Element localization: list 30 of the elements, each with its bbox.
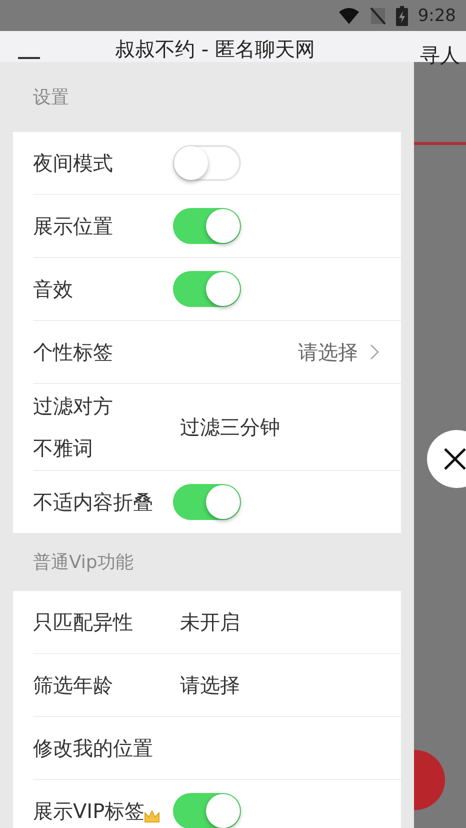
toggle-switch[interactable] bbox=[173, 208, 241, 244]
accent-line bbox=[414, 142, 466, 145]
toggle-switch[interactable] bbox=[173, 145, 241, 181]
setting-value[interactable]: 过滤三分钟 bbox=[180, 414, 280, 440]
section-heading: 普通Vip功能 bbox=[32, 551, 134, 575]
search-people-link[interactable]: 寻人 bbox=[420, 45, 460, 65]
setting-label: 展示VIP标签 bbox=[33, 798, 145, 824]
clock-time: 9:28 bbox=[418, 6, 456, 26]
setting-label: 音效 bbox=[33, 276, 73, 302]
section-heading: 设置 bbox=[32, 86, 70, 110]
toggle-switch[interactable] bbox=[173, 271, 241, 307]
setting-label: 夜间模式 bbox=[33, 150, 113, 176]
page-title: 叔叔不约 - 匿名聊天网 bbox=[115, 39, 315, 59]
setting-value[interactable]: 未开启 bbox=[180, 608, 240, 636]
setting-label: 只匹配异性 bbox=[33, 608, 133, 636]
select-value[interactable]: 请选择 bbox=[298, 338, 358, 366]
close-icon bbox=[444, 448, 466, 470]
toggle-switch[interactable] bbox=[173, 484, 241, 520]
toggle-switch[interactable] bbox=[173, 793, 241, 828]
setting-label: 不适内容折叠 bbox=[33, 488, 153, 516]
setting-label: 个性标签 bbox=[33, 338, 113, 366]
chevron-right-icon bbox=[370, 344, 379, 360]
setting-label: 过滤对方不雅词 bbox=[33, 393, 114, 462]
setting-label: 展示位置 bbox=[33, 212, 113, 240]
battery-charging-icon bbox=[396, 6, 408, 26]
wifi-icon bbox=[338, 6, 360, 24]
no-signal-icon bbox=[370, 6, 386, 24]
setting-value[interactable]: 请选择 bbox=[180, 672, 240, 698]
setting-label: 筛选年龄 bbox=[33, 672, 113, 698]
setting-label: 修改我的位置 bbox=[33, 734, 153, 762]
